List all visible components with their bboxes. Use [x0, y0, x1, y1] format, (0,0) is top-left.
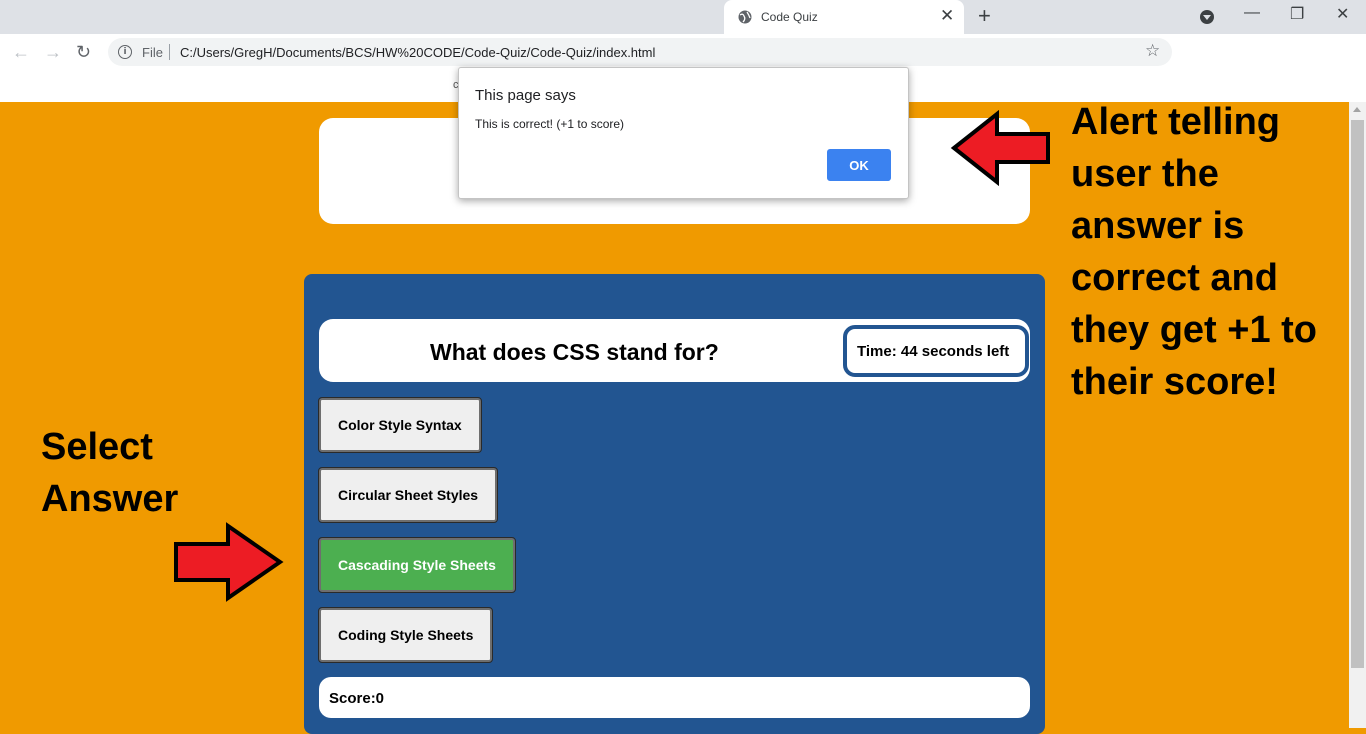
- profile-menu-icon[interactable]: [1200, 10, 1214, 24]
- annotation-line: Select: [41, 426, 153, 468]
- tab-title: Code Quiz: [761, 10, 818, 24]
- browser-tabstrip: Code Quiz ✕ + — ❐ ✕: [0, 0, 1366, 34]
- alert-ok-button[interactable]: OK: [827, 149, 891, 181]
- annotation-line: their score!: [1071, 361, 1278, 403]
- scroll-up-arrow-icon[interactable]: [1353, 107, 1361, 112]
- red-arrow-right-icon: [174, 522, 284, 602]
- tab-close-icon[interactable]: ✕: [940, 6, 954, 26]
- annotation-line: Answer: [41, 478, 179, 520]
- answer-button-circular-sheet-styles[interactable]: Circular Sheet Styles: [317, 467, 499, 523]
- url-separator: [169, 44, 170, 60]
- answer-button-cascading-style-sheets[interactable]: Cascading Style Sheets: [318, 537, 516, 593]
- annotation-alert-explanation: Alert telling user the answer is correct…: [1071, 96, 1317, 408]
- score-text: Score:0: [329, 690, 385, 707]
- score-bar: Score:0: [319, 677, 1030, 718]
- annotation-select-answer: Select Answer: [41, 421, 178, 525]
- annotation-line: user the: [1071, 153, 1219, 195]
- annotation-line: correct and: [1071, 257, 1278, 299]
- question-text: What does CSS stand for?: [430, 339, 719, 365]
- forward-icon[interactable]: →: [44, 42, 62, 62]
- alert-title: This page says: [475, 87, 576, 104]
- annotation-line: they get +1 to: [1071, 309, 1317, 351]
- info-icon[interactable]: i: [118, 45, 132, 59]
- restore-icon[interactable]: ❐: [1290, 4, 1304, 24]
- alert-message: This is correct! (+1 to score): [475, 117, 625, 131]
- window-close-icon[interactable]: ✕: [1336, 4, 1349, 24]
- minimize-icon[interactable]: —: [1244, 4, 1260, 22]
- scheme-label: File: [142, 45, 163, 60]
- new-tab-icon[interactable]: +: [978, 4, 991, 28]
- answer-button-color-style-syntax[interactable]: Color Style Syntax: [318, 397, 482, 453]
- back-icon[interactable]: ←: [12, 42, 30, 62]
- bookmark-star-icon[interactable]: ☆: [1145, 41, 1160, 61]
- browser-tab[interactable]: Code Quiz ✕: [724, 0, 964, 34]
- red-arrow-left-icon: [950, 110, 1050, 186]
- browser-toolbar: ← → ↻ i File C:/Users/GregH/Documents/BC…: [0, 34, 1366, 70]
- answer-button-coding-style-sheets[interactable]: Coding Style Sheets: [317, 607, 494, 663]
- timer-text: Time: 44 seconds left: [857, 343, 1010, 360]
- scrollbar-thumb[interactable]: [1351, 120, 1364, 668]
- timer-box: Time: 44 seconds left: [843, 325, 1029, 377]
- annotation-line: Alert telling: [1071, 101, 1281, 143]
- url-text[interactable]: C:/Users/GregH/Documents/BCS/HW%20CODE/C…: [180, 45, 655, 60]
- globe-icon: [738, 10, 752, 24]
- annotation-line: answer is: [1071, 205, 1245, 247]
- reload-icon[interactable]: ↻: [76, 42, 91, 62]
- alert-dialog: This page says This is correct! (+1 to s…: [458, 67, 909, 199]
- address-bar[interactable]: i File C:/Users/GregH/Documents/BCS/HW%2…: [108, 38, 1172, 66]
